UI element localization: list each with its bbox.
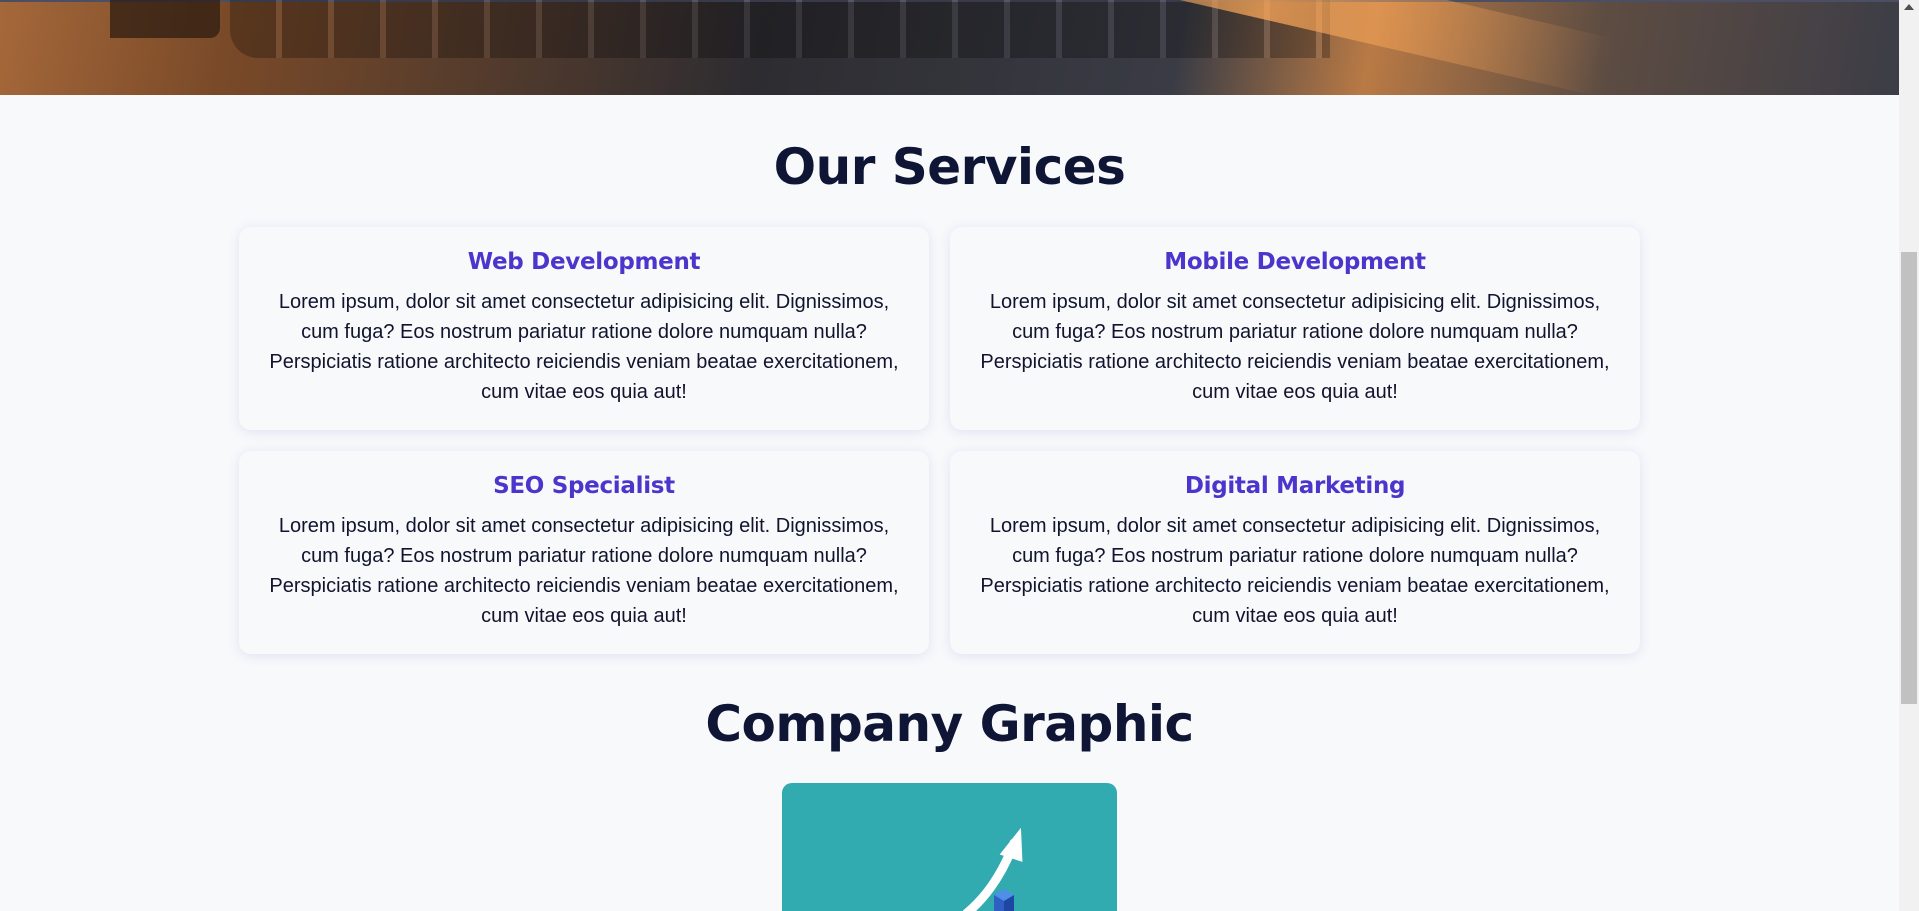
service-card-title: Digital Marketing: [1184, 473, 1406, 499]
service-card-description: Lorem ipsum, dolor sit amet consectetur …: [980, 291, 1610, 403]
service-card-seo-specialist: SEO Specialist Lorem ipsum, dolor sit am…: [239, 451, 929, 654]
scrollbar-thumb[interactable]: [1901, 252, 1917, 704]
hero-keyboard-shape: [230, 0, 1330, 58]
page: Our Services Web Development Lorem ipsum…: [0, 0, 1899, 911]
service-card-description: Lorem ipsum, dolor sit amet consectetur …: [269, 515, 899, 627]
hero-shadow-shape: [110, 0, 220, 38]
growth-arrow-icon: [962, 827, 1023, 911]
scroll-up-arrow-icon[interactable]: [1904, 4, 1914, 10]
service-card-digital-marketing: Digital Marketing Lorem ipsum, dolor sit…: [950, 451, 1640, 654]
company-graphic-heading: Company Graphic: [705, 695, 1194, 753]
service-card-title: Mobile Development: [1164, 249, 1426, 275]
company-graphic-image: [782, 783, 1117, 911]
vertical-scrollbar[interactable]: [1899, 0, 1919, 911]
service-card-web-development: Web Development Lorem ipsum, dolor sit a…: [239, 227, 929, 430]
services-heading: Our Services: [773, 138, 1126, 196]
services-grid: Web Development Lorem ipsum, dolor sit a…: [239, 227, 1641, 654]
service-card-description: Lorem ipsum, dolor sit amet consectetur …: [980, 515, 1610, 627]
service-card-description: Lorem ipsum, dolor sit amet consectetur …: [269, 291, 899, 403]
service-card-mobile-development: Mobile Development Lorem ipsum, dolor si…: [950, 227, 1640, 430]
service-card-title: Web Development: [467, 249, 701, 275]
service-card-title: SEO Specialist: [493, 473, 675, 499]
hero-banner-image: [0, 0, 1899, 95]
